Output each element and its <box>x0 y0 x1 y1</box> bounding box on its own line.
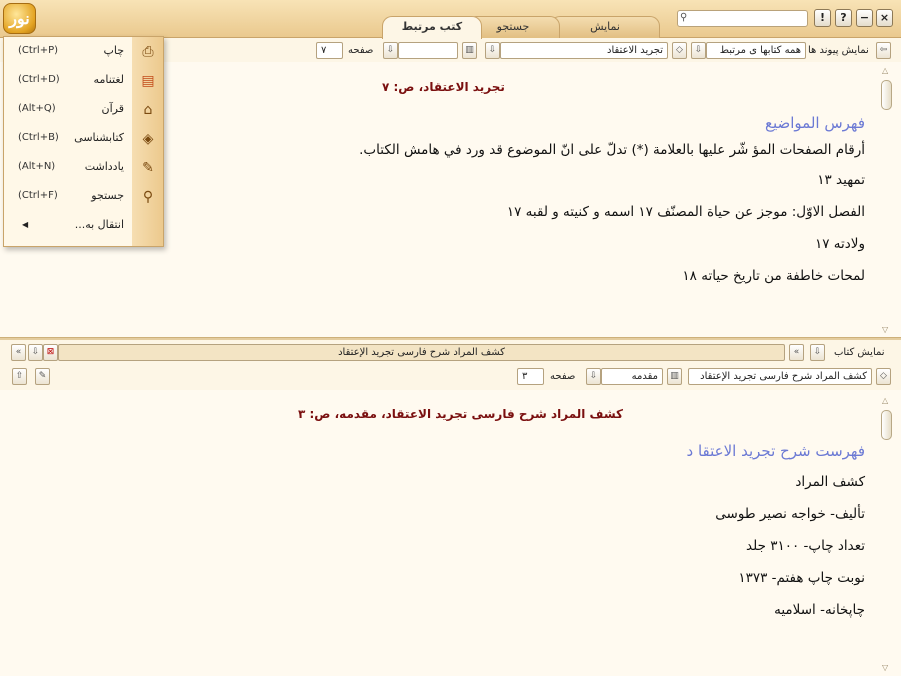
bibliography-icon: ◈ <box>142 131 154 147</box>
menu-item-note[interactable]: (Alt+N) يادداشت ✎ <box>4 154 164 182</box>
dropdown-arrow-icon[interactable]: ⇩ <box>485 42 500 59</box>
bottom-text-block: فهرست شرح تجريد الاعتقا د كشف المراد تأل… <box>687 442 865 618</box>
scroll-thumb[interactable] <box>881 410 892 440</box>
app-logo[interactable]: نور <box>3 3 36 34</box>
text-line: تمهيد ۱۳ <box>817 172 865 188</box>
book-title-bar: کشف المراد شرح فارسی تجريد الإعتقاد <box>58 344 785 361</box>
search-icon: ⚲ <box>680 12 688 23</box>
text-line: لمحات خاطفة من تاريخ حياته ۱۸ <box>682 268 865 284</box>
text-line: كشف المراد <box>795 474 865 490</box>
search-input[interactable]: ⚲ <box>677 10 808 27</box>
text-line: الفصل الاوّل: موجز عن حياة المصنّف ۱۷ اس… <box>506 204 865 220</box>
close-button[interactable]: × <box>876 9 893 27</box>
text-line: تعداد چاپ- ۳۱۰۰ جلد <box>746 538 865 554</box>
text-line: أرقام الصفحات المؤ شّر عليها بالعلامة (*… <box>359 142 865 158</box>
dropdown-arrow-icon[interactable]: ⇩ <box>383 42 398 59</box>
info-button[interactable]: ! <box>814 9 831 27</box>
section-icon[interactable]: ▥ <box>462 42 477 59</box>
menu-item-goto[interactable]: ◀ انتقال به... <box>4 212 164 240</box>
dropdown-arrow-icon[interactable]: ⇩ <box>810 344 825 361</box>
settings-wrench-icon[interactable]: ✎ <box>35 368 50 385</box>
bottom-toolbar-1: نمایش کتاب ⇩ « کشف المراد شرح فارسی تجري… <box>0 342 901 364</box>
page-number-field[interactable]: ۳ <box>517 368 544 385</box>
expand-icon[interactable]: « <box>11 344 26 361</box>
linked-books-select[interactable]: همه کتابها ی مرتبط <box>706 42 806 59</box>
dropdown-arrow-icon[interactable]: ⇩ <box>28 344 43 361</box>
page-header: تجرید الاعتقاد، ص: ۷ <box>382 80 505 94</box>
page-label: صفحه <box>348 45 374 56</box>
dictionary-icon: ▤ <box>141 73 155 89</box>
text-heading: فهرس المواضيع <box>764 114 865 132</box>
note-icon: ✎ <box>142 160 154 176</box>
section-icon[interactable]: ▥ <box>667 368 682 385</box>
top-scrollbar[interactable]: △ ▽ <box>881 66 893 334</box>
text-line: تأليف- خواجه نصير طوسى <box>715 506 865 522</box>
scroll-up-icon[interactable]: △ <box>882 396 888 405</box>
menu-item-print[interactable]: (Ctrl+P) چاپ ⎙ <box>4 38 164 66</box>
section-select[interactable]: مقدمه <box>601 368 663 385</box>
bottom-scrollbar[interactable]: △ ▽ <box>881 396 893 672</box>
menu-item-bibliography[interactable]: (Ctrl+B) کتابشناسی ◈ <box>4 125 164 153</box>
pane-divider[interactable] <box>0 337 901 340</box>
scroll-down-icon[interactable]: ▽ <box>882 663 888 672</box>
scroll-down-icon[interactable]: ▽ <box>882 325 888 334</box>
scroll-thumb[interactable] <box>881 80 892 110</box>
tools-menu: (Ctrl+P) چاپ ⎙ (Ctrl+D) لغتنامه ▤ (Alt+Q… <box>3 36 164 247</box>
menu-item-search[interactable]: (Ctrl+F) جستجو ⚲ <box>4 183 164 211</box>
show-links-label[interactable]: نمایش پیوند ها <box>808 42 869 59</box>
text-line: ولادته ۱۷ <box>814 236 865 252</box>
page-number-field[interactable]: ۷ <box>316 42 343 59</box>
tag-icon[interactable]: ◇ <box>876 368 891 385</box>
dropdown-arrow-icon[interactable]: ⇩ <box>691 42 706 59</box>
menu-item-dictionary[interactable]: (Ctrl+D) لغتنامه ▤ <box>4 67 164 95</box>
help-button[interactable]: ? <box>835 9 852 27</box>
menu-item-quran[interactable]: (Alt+Q) قرآن ⌂ <box>4 96 164 124</box>
scroll-up-icon[interactable]: △ <box>882 66 888 75</box>
bottom-toolbar-2: ◇ کشف المراد شرح فارسی تجريد الإعتقاد ▥ … <box>0 366 901 388</box>
tab-display[interactable]: نمایش <box>550 16 660 38</box>
title-bar: نور نمایش جستجو کتب مرتبط ⚲ ! ? − × <box>0 0 901 39</box>
text-line: چاپخانه- اسلاميه <box>774 602 865 618</box>
page-header: کشف المراد شرح فارسی تجريد الاعتقاد، مقد… <box>298 407 624 421</box>
tag-icon[interactable]: ◇ <box>672 42 687 59</box>
collapse-icon[interactable]: « <box>789 344 804 361</box>
up-arrow-icon[interactable]: ⇧ <box>12 368 27 385</box>
book-select[interactable]: تجرید الاعتقاد <box>500 42 668 59</box>
minimize-button[interactable]: − <box>856 9 873 27</box>
bottom-content-pane: کشف المراد شرح فارسی تجريد الاعتقاد، مقد… <box>0 390 901 676</box>
printer-icon: ⎙ <box>142 44 154 60</box>
submenu-arrow-icon: ◀ <box>22 220 29 229</box>
book-select[interactable]: کشف المراد شرح فارسی تجريد الإعتقاد <box>688 368 872 385</box>
tab-linked-books[interactable]: کتب مرتبط <box>382 16 482 39</box>
close-book-icon[interactable]: ⊠ <box>43 344 58 361</box>
dropdown-arrow-icon[interactable]: ⇩ <box>586 368 601 385</box>
page-label: صفحه <box>550 371 576 382</box>
top-text-block: فهرس المواضيع أرقام الصفحات المؤ شّر علي… <box>359 114 865 284</box>
text-line: نوبت چاپ هفتم- ۱۳۷۳ <box>738 570 865 586</box>
back-arrow-icon[interactable]: ⇦ <box>876 42 891 59</box>
section-select[interactable] <box>398 42 458 59</box>
quran-icon: ⌂ <box>143 102 153 118</box>
show-book-label[interactable]: نمایش کتاب <box>834 344 885 361</box>
search-icon: ⚲ <box>142 189 154 205</box>
text-heading: فهرست شرح تجريد الاعتقا د <box>686 442 865 460</box>
